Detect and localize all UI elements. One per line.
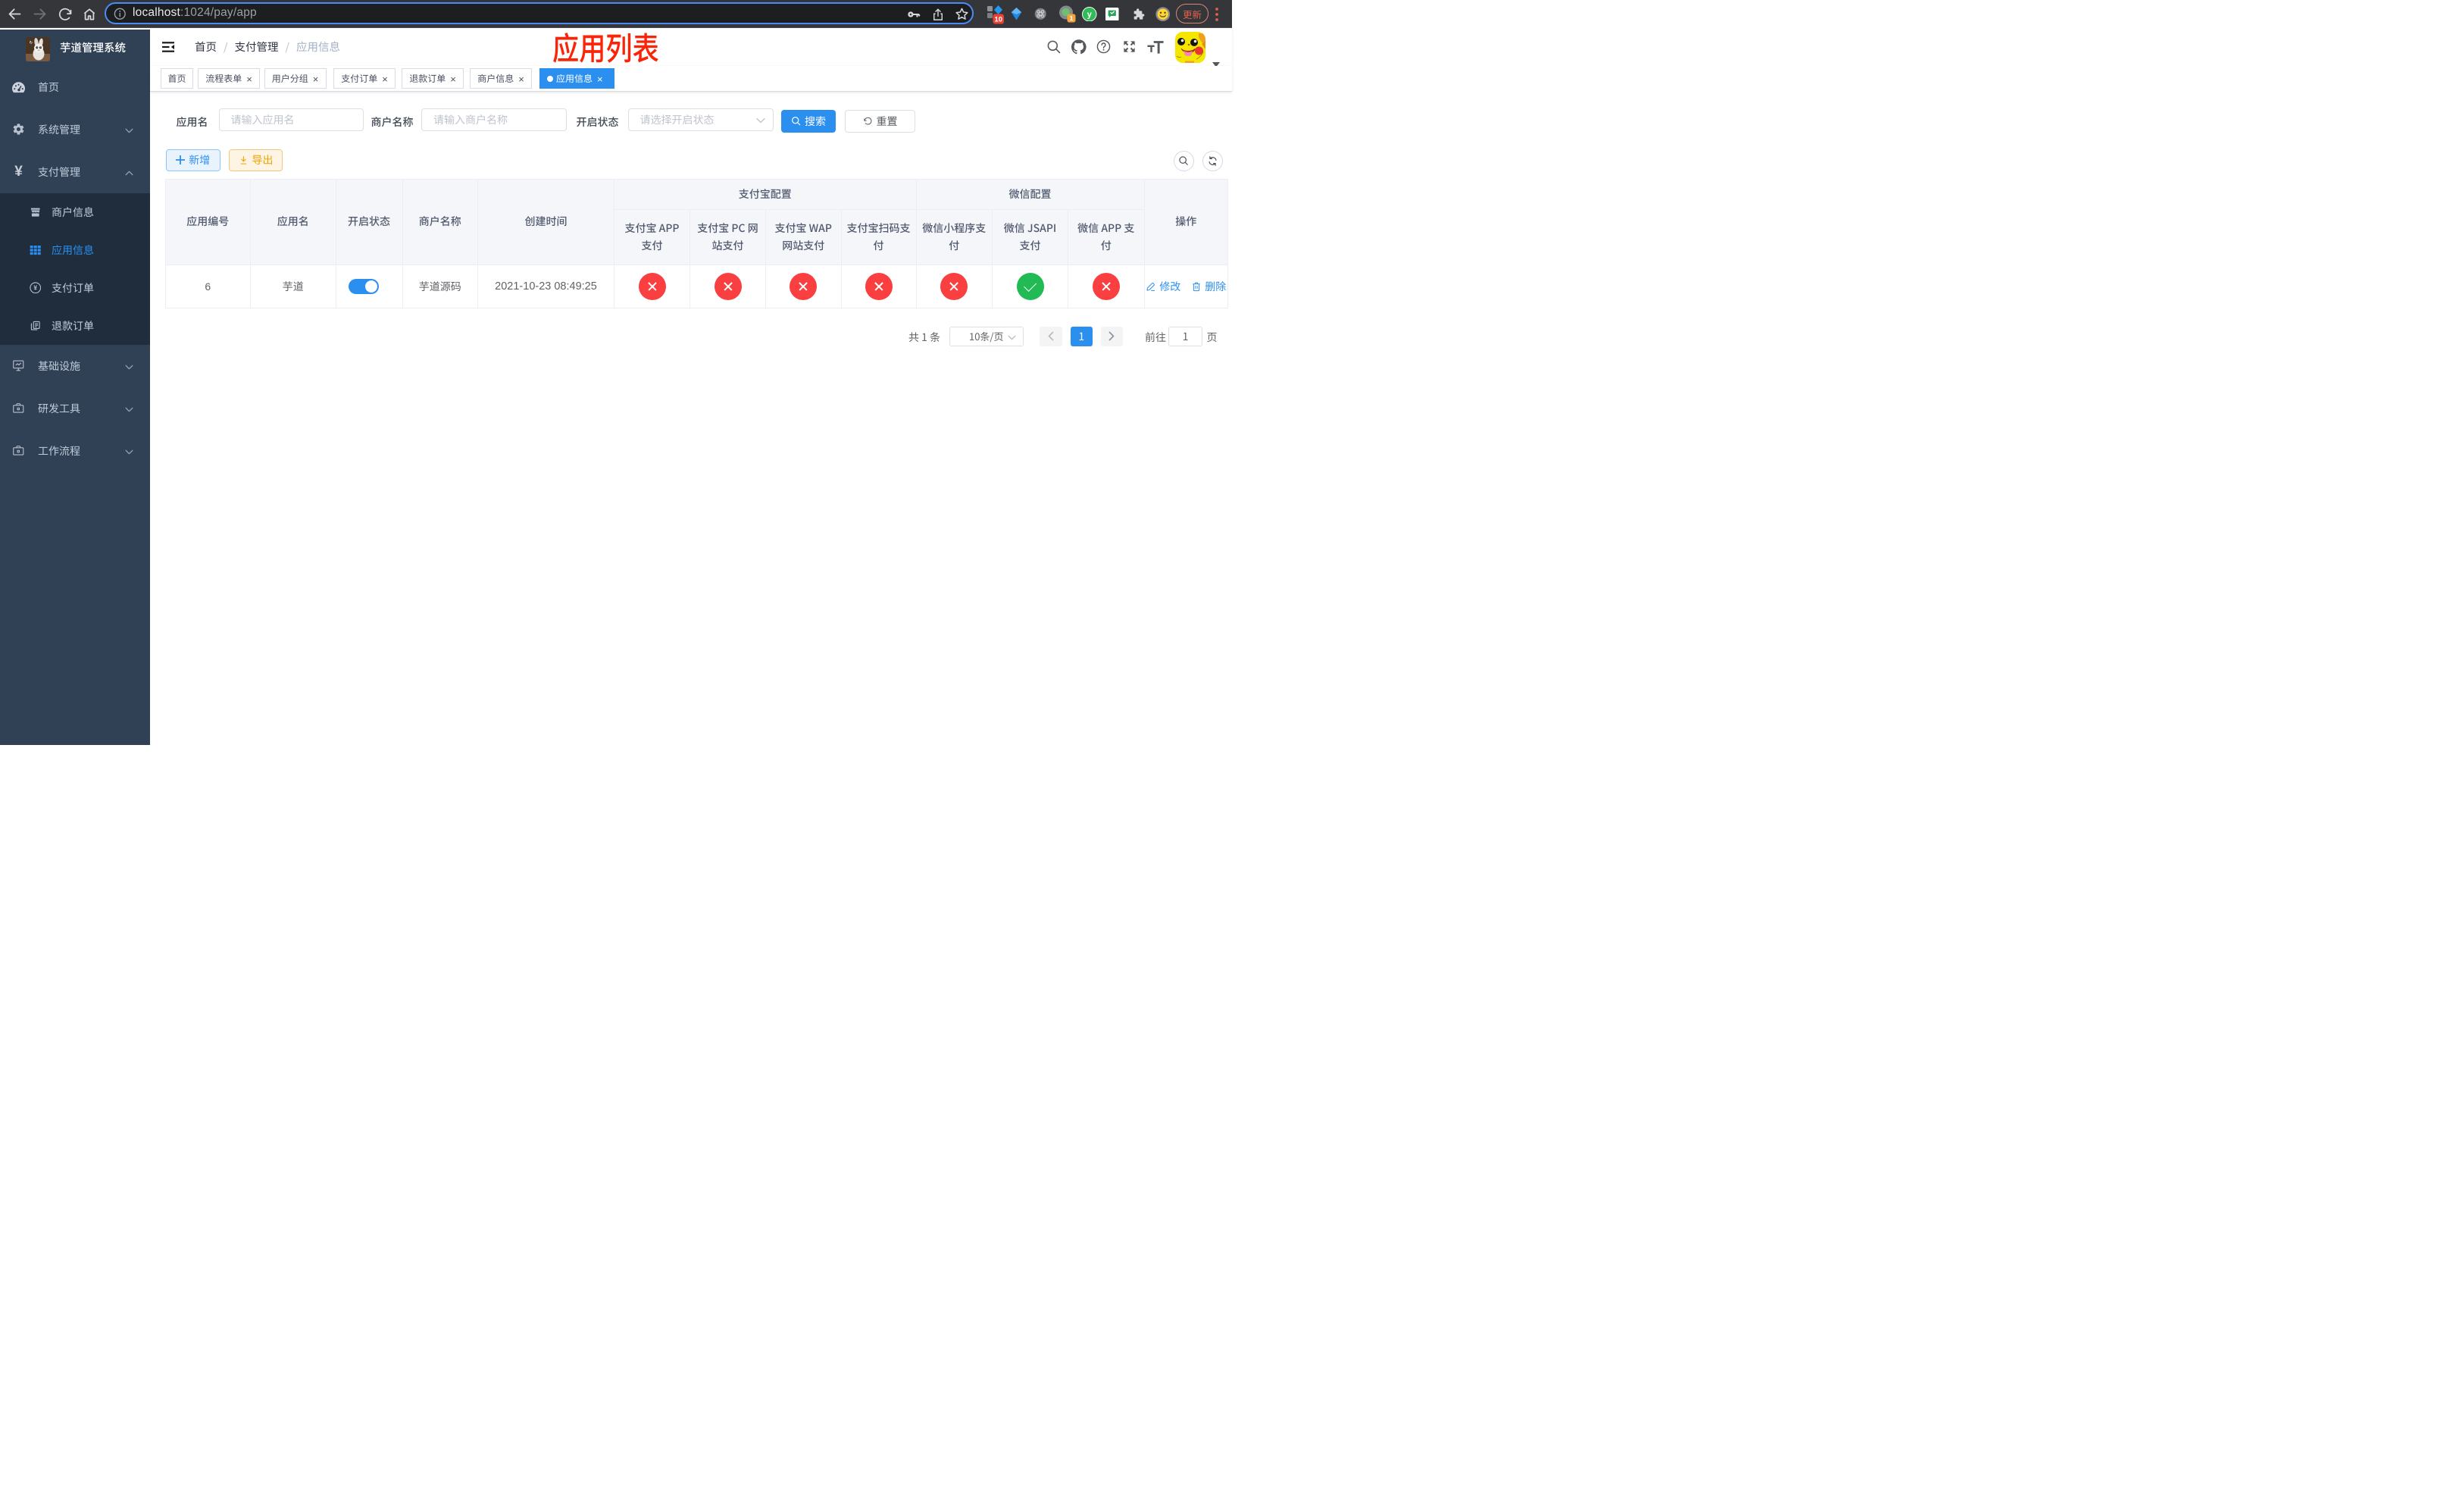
svg-text:1: 1 [1069,14,1073,22]
svg-text:10: 10 [994,15,1002,23]
svg-text:y: y [1087,10,1093,19]
svg-text:¥: ¥ [33,283,37,291]
